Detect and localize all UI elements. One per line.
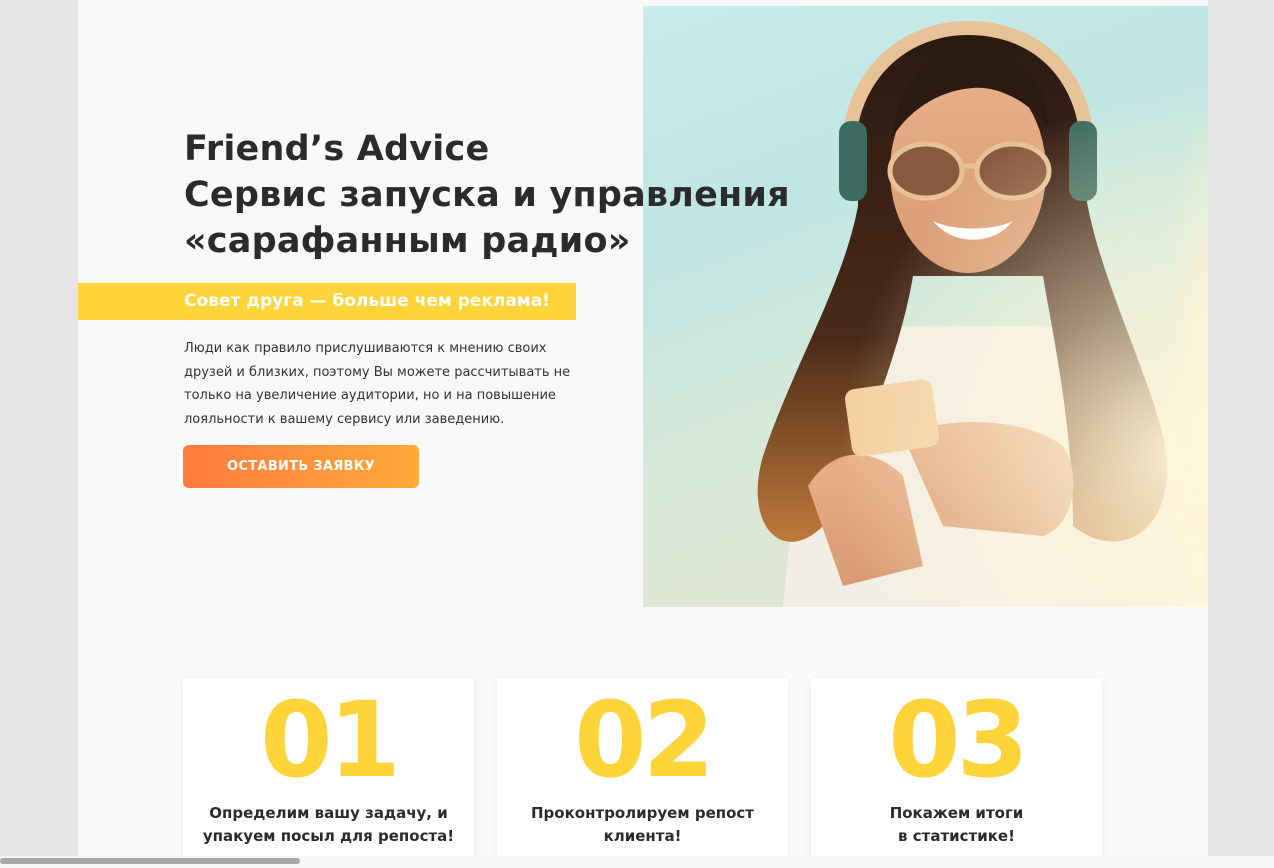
hero-title-line-radio: «сарафанным радио» (184, 221, 631, 261)
step-number: 03 (888, 679, 1029, 801)
step-line: Определим вашу задачу, и (209, 804, 448, 822)
step-description: Покажем итоги в статистике! (811, 802, 1102, 848)
step-card-3: 03 Покажем итоги в статистике! (811, 678, 1102, 868)
step-number: 01 (260, 679, 401, 801)
step-number: 02 (574, 679, 715, 801)
step-line: в статистике! (898, 827, 1015, 845)
step-line: клиента! (603, 827, 682, 845)
hero-title: Friend’s Advice Сервис запуска и управле… (184, 126, 790, 264)
submit-request-button[interactable]: Оставить заявку (183, 445, 419, 488)
hero-tagline: Совет друга — больше чем реклама! (184, 291, 550, 311)
step-description: Проконтролируем репост клиента! (497, 802, 788, 848)
hero-photo-woman-with-headphones (643, 6, 1208, 607)
step-card-1: 01 Определим вашу задачу, и упакуем посы… (183, 678, 474, 868)
step-line: Проконтролируем репост (530, 804, 754, 822)
hero-title-line-brand: Friend’s Advice (184, 129, 490, 169)
hero-description: Люди как правило прислушиваются к мнению… (184, 341, 571, 427)
step-description: Определим вашу задачу, и упакуем посыл д… (183, 802, 474, 848)
step-card-2: 02 Проконтролируем репост клиента! (497, 678, 788, 868)
step-line: Покажем итоги (889, 804, 1024, 822)
landing-page: Friend’s Advice Сервис запуска и управле… (78, 0, 1208, 868)
hero-title-line-service: Сервис запуска и управления (184, 175, 790, 215)
step-line: упакуем посыл для репоста! (202, 827, 455, 845)
horizontal-scrollbar-thumb[interactable] (0, 858, 300, 864)
